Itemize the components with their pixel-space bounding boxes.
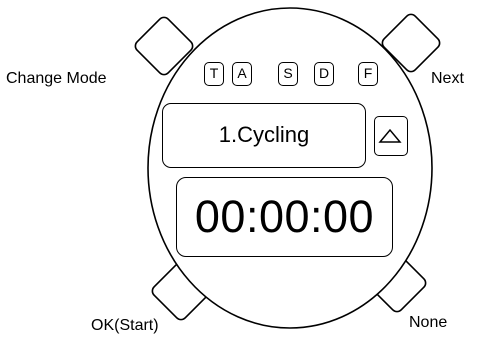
change-mode-label: Change Mode bbox=[6, 70, 107, 87]
mode-key-s[interactable]: S bbox=[278, 62, 298, 86]
mode-key-t[interactable]: T bbox=[204, 62, 224, 86]
next-label: Next bbox=[431, 70, 464, 87]
timer-value: 00:00:00 bbox=[194, 191, 375, 242]
mode-key-a[interactable]: A bbox=[232, 62, 252, 86]
mode-key-d[interactable]: D bbox=[314, 62, 334, 86]
timer-display: 00:00:00 bbox=[176, 177, 393, 257]
ok-start-label: OK(Start) bbox=[91, 317, 159, 334]
activity-display: 1.Cycling bbox=[162, 103, 366, 168]
scroll-up-button[interactable] bbox=[374, 116, 408, 156]
activity-name: 1.Cycling bbox=[218, 122, 310, 147]
watch-outline-layer bbox=[134, 7, 441, 329]
mode-key-f[interactable]: F bbox=[358, 62, 378, 86]
triangle-up-icon bbox=[378, 129, 403, 144]
watch-diagram: Change Mode Next OK(Start) None T A S D … bbox=[0, 0, 479, 338]
none-label: None bbox=[409, 314, 448, 331]
watch-case bbox=[147, 7, 433, 329]
